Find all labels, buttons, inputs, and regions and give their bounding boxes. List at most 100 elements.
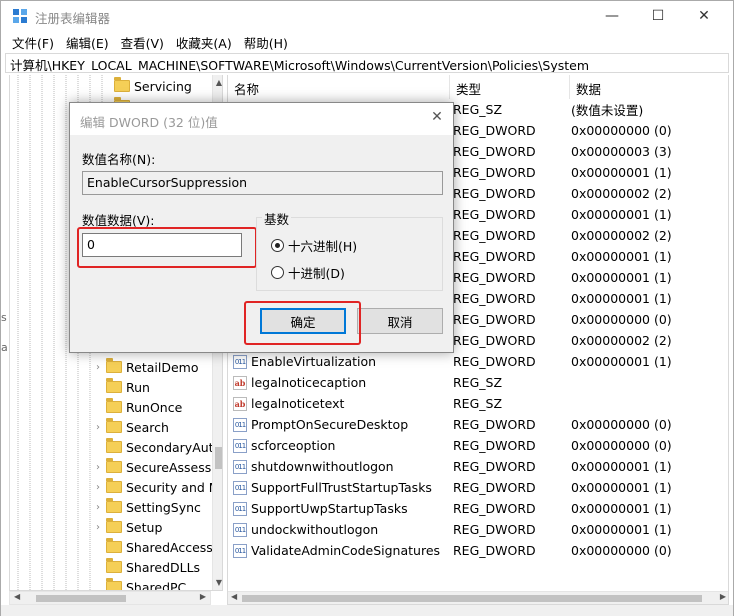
tree-item-search[interactable]: › Search xyxy=(92,417,169,437)
close-button[interactable]: ✕ xyxy=(681,1,727,31)
value-name: PromptOnSecureDesktop xyxy=(251,417,409,432)
dword-value-icon: 011 xyxy=(233,480,247,495)
scroll-thumb[interactable] xyxy=(36,595,126,602)
radio-hexadecimal[interactable]: 十六进制(H) xyxy=(271,236,357,255)
tree-item-retaildemo[interactable]: › RetailDemo xyxy=(92,357,198,377)
maximize-button[interactable]: ☐ xyxy=(635,1,681,31)
value-data-cell: 0x00000000 (0) xyxy=(571,543,672,558)
list-row[interactable]: 011 ValidateAdminCodeSignatures REG_DWORD 0… xyxy=(228,540,728,561)
value-data-cell: 0x00000001 (1) xyxy=(571,480,672,495)
menu-edit[interactable]: 编辑(E) xyxy=(60,31,115,53)
value-data-cell: 0x00000001 (1) xyxy=(571,459,672,474)
scroll-right-icon[interactable]: ▶ xyxy=(200,592,206,601)
value-name-cell: 011 shutdownwithoutlogon xyxy=(228,459,450,474)
list-row[interactable]: 011 shutdownwithoutlogon REG_DWORD 0x000000… xyxy=(228,456,728,477)
value-name-cell: 011 SupportFullTrustStartupTasks xyxy=(228,480,450,495)
value-data-cell: 0x00000001 (1) xyxy=(571,165,672,180)
column-header-data[interactable]: 数据 xyxy=(570,75,728,99)
value-data-cell: 0x00000001 (1) xyxy=(571,249,672,264)
tree-item-label: SharedPC xyxy=(126,579,187,591)
value-name: SupportUwpStartupTasks xyxy=(251,501,408,516)
radio-decimal-label: 十进制(D) xyxy=(288,266,345,281)
value-data-cell: (数值未设置) xyxy=(571,103,644,118)
scroll-down-icon[interactable]: ▼ xyxy=(214,578,222,587)
list-row[interactable]: 011 EnableVirtualization REG_DWORD 0x000000… xyxy=(228,351,728,372)
tree-item-servicing[interactable]: Servicing xyxy=(112,76,192,96)
list-row[interactable]: 011 PromptOnSecureDesktop REG_DWORD 0x00000… xyxy=(228,414,728,435)
chevron-right-icon[interactable]: › xyxy=(92,362,104,373)
chevron-right-icon[interactable]: › xyxy=(92,502,104,513)
menu-file[interactable]: 文件(F) xyxy=(6,31,60,53)
menu-favorites[interactable]: 收藏夹(A) xyxy=(170,31,238,53)
tree-item-run[interactable]: Run xyxy=(92,377,150,397)
scroll-thumb[interactable] xyxy=(215,447,222,469)
value-name-cell: 011 SupportUwpStartupTasks xyxy=(228,501,450,516)
tree-item-label: RunOnce xyxy=(126,399,183,415)
value-data-cell: 0x00000000 (0) xyxy=(571,123,672,138)
cancel-button[interactable]: 取消 xyxy=(357,308,443,334)
chevron-right-icon[interactable]: › xyxy=(92,482,104,493)
dword-value-icon: 011 xyxy=(233,459,247,474)
chevron-right-icon[interactable]: › xyxy=(92,422,104,433)
column-header-type[interactable]: 类型 xyxy=(450,75,570,99)
list-row[interactable]: ab legalnoticetext REG_SZ xyxy=(228,393,728,414)
scroll-right-icon[interactable]: ▶ xyxy=(720,592,726,601)
scroll-left-icon[interactable]: ◀ xyxy=(231,592,237,601)
tree-item-security-maintenance[interactable]: › Security and M xyxy=(92,477,220,497)
title-bar[interactable]: 注册表编辑器 — ☐ ✕ xyxy=(1,1,733,31)
list-row[interactable]: 011 undockwithoutlogon REG_DWORD 0x00000001… xyxy=(228,519,728,540)
address-bar[interactable]: 计算机\HKEY_LOCAL_MACHINE\SOFTWARE\Microsof… xyxy=(5,53,729,73)
chevron-right-icon[interactable]: › xyxy=(92,522,104,533)
dword-value-icon: 011 xyxy=(233,522,247,537)
radio-decimal[interactable]: 十进制(D) xyxy=(271,263,345,282)
tree-item-settingsync[interactable]: › SettingSync xyxy=(92,497,201,517)
dword-value-icon: 011 xyxy=(233,417,247,432)
scroll-thumb[interactable] xyxy=(242,595,702,602)
menu-help[interactable]: 帮助(H) xyxy=(238,31,294,53)
list-row[interactable]: ab legalnoticecaption REG_SZ xyxy=(228,372,728,393)
tree-item-secureassess[interactable]: › SecureAssess xyxy=(92,457,211,477)
list-row[interactable]: 011 SupportFullTrustStartupTasks REG_DWORD… xyxy=(228,477,728,498)
tree-item-secondaryauth[interactable]: SecondaryAut xyxy=(92,437,214,457)
column-header-name[interactable]: 名称 xyxy=(228,75,450,99)
chevron-right-icon[interactable]: › xyxy=(92,462,104,473)
scroll-left-icon[interactable]: ◀ xyxy=(14,592,20,601)
base-group-label: 基数 xyxy=(262,209,292,228)
list-horizontal-scrollbar[interactable]: ◀ ▶ xyxy=(228,591,728,604)
minimize-button[interactable]: — xyxy=(589,1,635,31)
dialog-title-bar[interactable]: 编辑 DWORD (32 位)值 ✕ xyxy=(70,103,453,135)
value-name: undockwithoutlogon xyxy=(251,522,379,537)
value-name: ValidateAdminCodeSignatures xyxy=(251,543,441,558)
edge-fragment: s xyxy=(1,311,7,324)
folder-icon xyxy=(106,558,122,573)
window-title: 注册表编辑器 xyxy=(35,11,111,26)
list-row[interactable]: 011 SupportUwpStartupTasks REG_DWORD 0x0000… xyxy=(228,498,728,519)
tree-horizontal-scrollbar[interactable]: ◀ ▶ xyxy=(9,591,211,605)
tree-item-runonce[interactable]: RunOnce xyxy=(92,397,182,417)
tree-item-label: RetailDemo xyxy=(126,359,199,375)
tree-item-setup[interactable]: › Setup xyxy=(92,517,162,537)
edit-dword-dialog: 编辑 DWORD (32 位)值 ✕ 数值名称(N): EnableCursor… xyxy=(69,102,454,353)
dialog-title: 编辑 DWORD (32 位)值 xyxy=(80,115,218,130)
dialog-close-icon[interactable]: ✕ xyxy=(428,109,446,127)
folder-icon xyxy=(106,478,122,493)
value-data-cell: 0x00000001 (1) xyxy=(571,291,672,306)
value-name: scforceoption xyxy=(251,438,336,453)
tree-item-label: SharedDLLs xyxy=(126,559,201,575)
scroll-up-icon[interactable]: ▲ xyxy=(214,78,222,87)
tree-item-label: SettingSync xyxy=(126,499,201,515)
value-type-cell: REG_SZ xyxy=(453,396,503,411)
radio-selected-icon[interactable] xyxy=(271,239,284,252)
tree-item-shareddlls[interactable]: SharedDLLs xyxy=(92,557,200,577)
tree-item-label: SharedAccess xyxy=(126,539,213,555)
folder-icon xyxy=(106,458,122,473)
menu-view[interactable]: 查看(V) xyxy=(115,31,170,53)
tree-item-sharedaccess[interactable]: SharedAccess xyxy=(92,537,213,557)
value-data-cell: 0x00000001 (1) xyxy=(571,501,672,516)
tree-item-label: Run xyxy=(126,379,150,395)
list-row[interactable]: 011 scforceoption REG_DWORD 0x00000000 (0) xyxy=(228,435,728,456)
dword-value-icon: 011 xyxy=(233,501,247,516)
radio-unselected-icon[interactable] xyxy=(271,266,284,279)
status-bar xyxy=(1,605,733,616)
tree-item-sharedpc[interactable]: SharedPC xyxy=(92,577,187,591)
